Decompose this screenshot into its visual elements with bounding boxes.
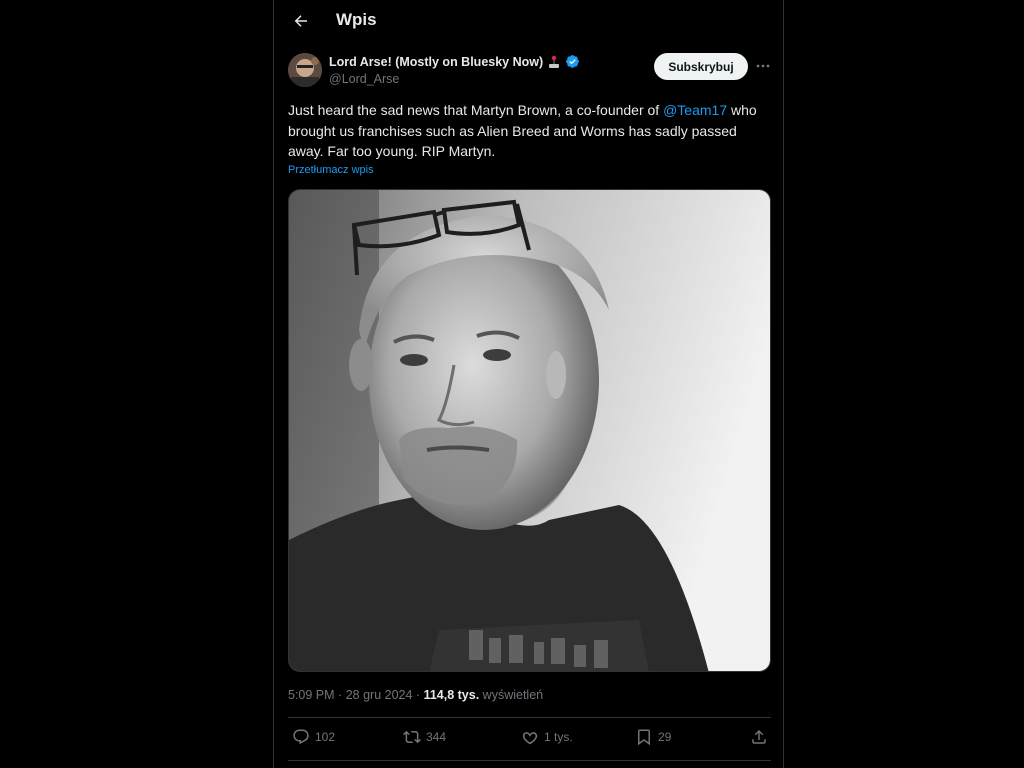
mention-link[interactable]: @Team17 bbox=[663, 102, 727, 118]
post-image[interactable] bbox=[288, 189, 771, 672]
meta-separator: · bbox=[338, 688, 343, 702]
share-button[interactable] bbox=[750, 728, 768, 746]
arrow-left-icon bbox=[294, 15, 307, 27]
bookmark-count: 29 bbox=[658, 730, 672, 744]
bottom-divider bbox=[288, 760, 771, 761]
subscribe-button[interactable]: Subskrybuj bbox=[654, 53, 748, 80]
verified-badge-icon bbox=[566, 55, 580, 68]
page: Wpis Lord Arse! (Mostly on Bluesky Now) bbox=[0, 0, 1024, 768]
more-options-button[interactable] bbox=[752, 56, 774, 76]
avatar[interactable] bbox=[288, 53, 322, 87]
repost-button[interactable]: 344 bbox=[403, 728, 446, 746]
repost-count: 344 bbox=[426, 730, 447, 744]
post-column: Wpis Lord Arse! (Mostly on Bluesky Now) bbox=[273, 0, 784, 768]
page-title: Wpis bbox=[336, 10, 377, 29]
like-button[interactable]: 1 tys. bbox=[521, 728, 573, 746]
meta-separator-2: · bbox=[415, 688, 421, 702]
reply-count: 102 bbox=[315, 730, 336, 744]
like-count: 1 tys. bbox=[544, 730, 573, 744]
post-meta: 5:09 PM · 28 gru 2024 · 114,8 tys. wyświ… bbox=[288, 688, 543, 702]
avatar-image bbox=[288, 53, 322, 87]
views-count: 114,8 tys. bbox=[423, 688, 480, 702]
views-label: wyświetleń bbox=[482, 688, 544, 702]
top-bar: Wpis bbox=[274, 0, 783, 42]
share-icon bbox=[752, 729, 766, 744]
more-dots-icon bbox=[756, 64, 770, 68]
tweet-text-part-1: Just heard the sad news that Martyn Brow… bbox=[288, 102, 664, 118]
tweet-text: Just heard the sad news that Martyn Brow… bbox=[288, 100, 768, 162]
reply-button[interactable]: 102 bbox=[292, 728, 335, 746]
translate-post-link[interactable]: Przetłumacz wpis bbox=[288, 164, 374, 176]
reply-icon bbox=[293, 729, 309, 745]
bookmark-button[interactable]: 29 bbox=[635, 728, 671, 746]
repost-icon bbox=[403, 730, 421, 744]
author-handle[interactable]: @Lord_Arse bbox=[329, 72, 399, 86]
back-button[interactable] bbox=[286, 7, 316, 35]
author-name-row[interactable]: Lord Arse! (Mostly on Bluesky Now) bbox=[329, 54, 580, 69]
post-date[interactable]: 28 gru 2024 bbox=[346, 688, 413, 702]
post-time[interactable]: 5:09 PM bbox=[288, 688, 335, 702]
author-name[interactable]: Lord Arse! (Mostly on Bluesky Now) bbox=[329, 55, 543, 69]
bookmark-icon bbox=[638, 729, 650, 746]
portrait-photo bbox=[289, 190, 770, 671]
divider bbox=[288, 717, 771, 718]
heart-icon bbox=[522, 732, 538, 745]
joystick-icon bbox=[549, 55, 560, 68]
